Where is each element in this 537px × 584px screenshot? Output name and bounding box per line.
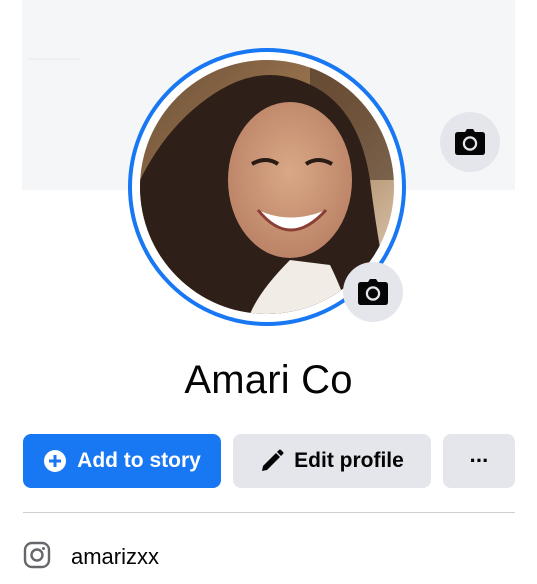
more-options-button[interactable]: ··· [443, 434, 515, 488]
edit-profile-label: Edit profile [294, 449, 404, 472]
camera-icon [455, 129, 485, 155]
instagram-handle[interactable]: amarizxx [71, 544, 159, 570]
instagram-link[interactable]: amarizxx [23, 540, 159, 574]
cover-decoration [28, 58, 80, 60]
section-divider [23, 512, 515, 513]
add-to-story-label: Add to story [77, 449, 201, 472]
more-options-label: ··· [469, 448, 490, 473]
cover-camera-button[interactable] [440, 112, 500, 172]
avatar-camera-button[interactable] [343, 262, 403, 322]
camera-icon [358, 279, 388, 305]
pencil-icon [260, 449, 284, 473]
instagram-icon [23, 541, 51, 574]
plus-circle-icon [43, 449, 67, 473]
profile-name: Amari Co [184, 358, 353, 402]
edit-profile-button[interactable]: Edit profile [233, 434, 431, 488]
add-to-story-button[interactable]: Add to story [23, 434, 221, 488]
